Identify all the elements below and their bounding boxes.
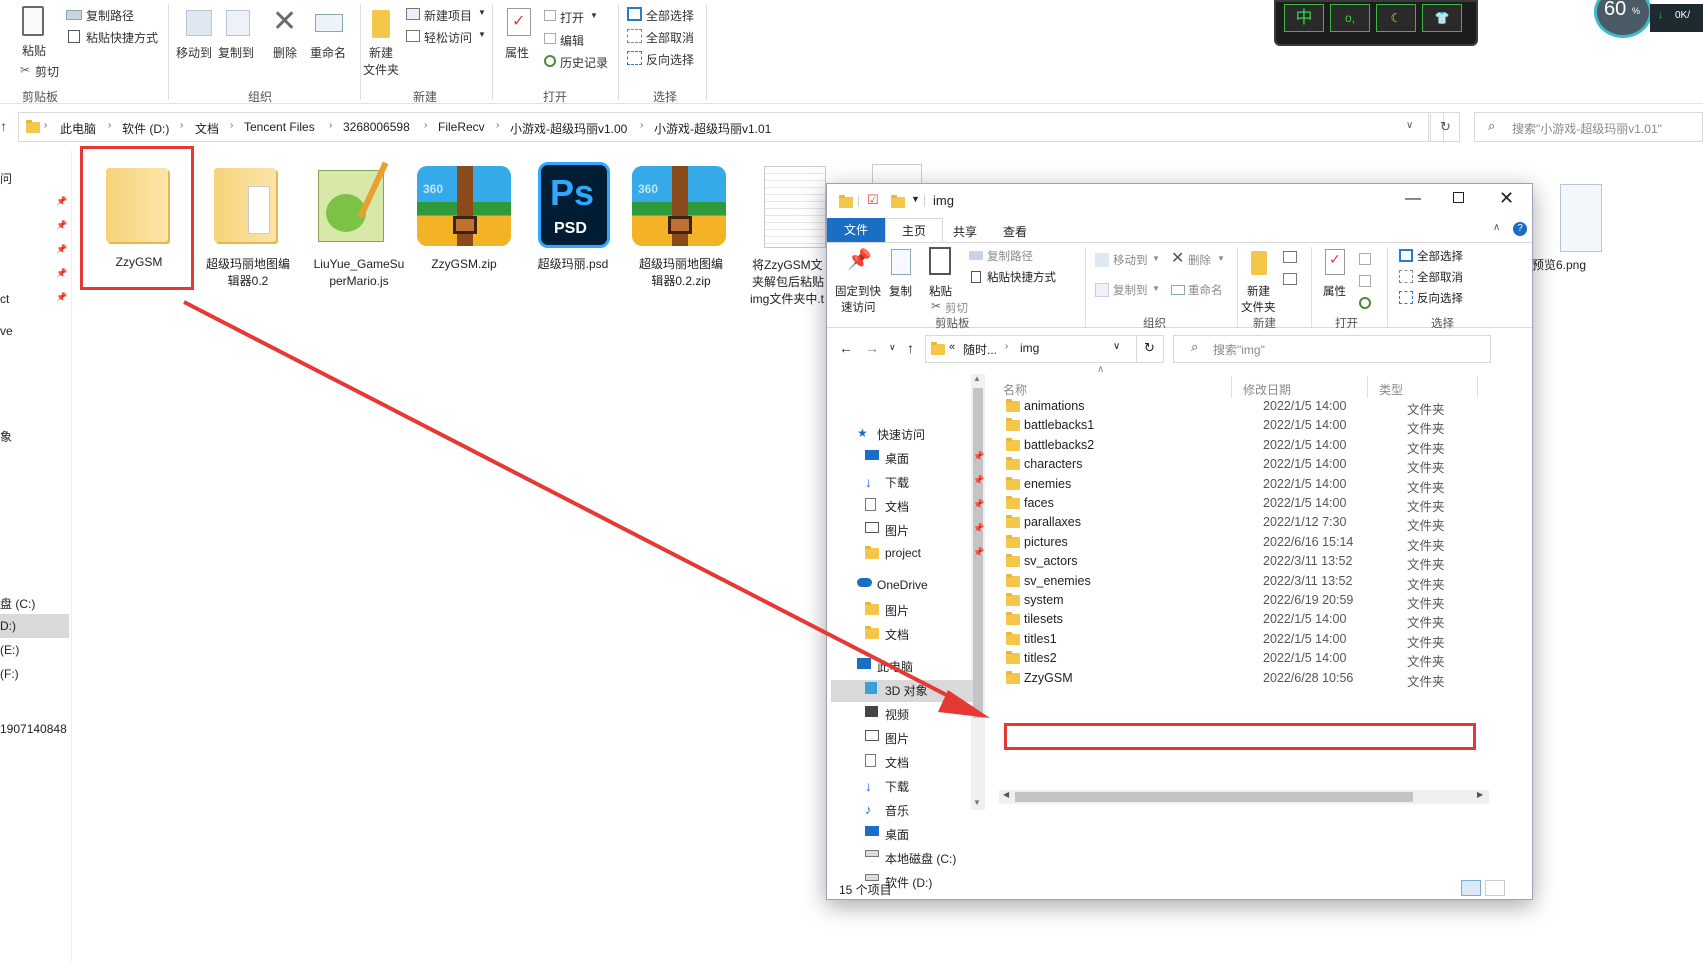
arrow-shaft: [183, 300, 963, 705]
drag-arrow: [183, 300, 990, 718]
